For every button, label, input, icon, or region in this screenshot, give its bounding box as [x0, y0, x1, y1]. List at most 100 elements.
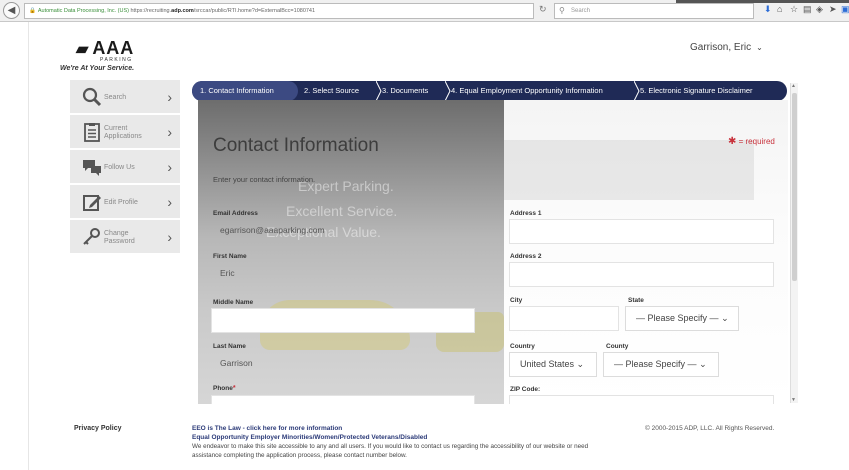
tab-separator — [634, 81, 640, 101]
last-name-field[interactable]: Garrison — [211, 352, 475, 377]
download-icon[interactable]: ⬇ — [764, 4, 772, 15]
home-icon[interactable]: ⌂ — [777, 4, 782, 14]
phone-field[interactable] — [211, 395, 475, 404]
email-label: Email Address — [213, 210, 258, 217]
first-name-label: First Name — [213, 253, 247, 260]
required-star-icon: ✱ — [728, 136, 737, 147]
scroll-down-icon[interactable]: ▼ — [791, 397, 796, 403]
send-icon[interactable]: ➤ — [829, 4, 837, 15]
tab-separator — [445, 81, 451, 101]
tab-equal-employment-opportunity[interactable]: 4. Equal Employment Opportunity Informat… — [451, 81, 603, 101]
address2-field[interactable] — [509, 262, 774, 287]
address1-field[interactable] — [509, 219, 774, 244]
logo-mark: ▰ AAA — [76, 38, 134, 59]
city-label: City — [510, 297, 523, 304]
email-field[interactable]: egarrison@aaaparking.com — [211, 219, 475, 244]
chat-icon — [83, 160, 101, 176]
bookmark-star-icon[interactable]: ☆ — [790, 4, 798, 15]
sidebar-item-label: Follow Us — [104, 164, 135, 171]
library-icon[interactable]: ▤ — [803, 4, 812, 15]
form-intro: Enter your contact information. — [213, 175, 316, 184]
sidebar-item-current-applications[interactable]: Current Applications › — [70, 115, 180, 150]
browser-search-placeholder: Search — [571, 8, 591, 14]
search-icon: ⚲ — [559, 6, 565, 15]
scrollbar-thumb[interactable] — [792, 93, 797, 281]
country-select[interactable]: United States ⌄ — [509, 352, 597, 377]
sidebar-item-edit-profile[interactable]: Edit Profile › — [70, 185, 180, 220]
eeo-law-link[interactable]: EEO is The Law - click here for more inf… — [192, 425, 342, 432]
user-menu[interactable]: Garrison, Eric ⌄ — [690, 42, 763, 53]
address2-label: Address 2 — [510, 253, 542, 260]
search-icon — [82, 87, 102, 107]
user-name: Garrison, Eric — [690, 42, 752, 53]
state-selected: — Please Specify — — [636, 313, 719, 323]
chevron-right-icon: › — [167, 159, 172, 175]
chevron-right-icon: › — [167, 124, 172, 140]
browser-search-input[interactable]: ⚲ Search — [554, 3, 754, 19]
tab-documents[interactable]: 3. Documents — [382, 81, 428, 101]
back-button-icon[interactable]: ◀ — [3, 2, 20, 19]
browser-toolbar: ◀ 🔒 Automatic Data Processing, Inc. (US) … — [0, 0, 849, 22]
building-icon: ▰ — [76, 41, 90, 58]
extension-icon[interactable]: ▣ — [841, 4, 849, 15]
url-org: Automatic Data Processing, Inc. (US) — [37, 8, 129, 14]
edit-icon — [83, 195, 101, 211]
chevron-right-icon: › — [167, 229, 172, 245]
sidebar-item-label: Edit Profile — [104, 199, 138, 206]
phone-label: Phone* — [213, 385, 236, 392]
content-scrollbar[interactable]: ▲ ▼ — [790, 83, 798, 403]
county-selected: — Please Specify — — [614, 359, 697, 369]
state-select[interactable]: — Please Specify — ⌄ — [625, 306, 739, 331]
hero-line: Excellent Service. — [286, 203, 398, 219]
eeo-statement: Equal Opportunity Employer Minorities/Wo… — [192, 434, 428, 441]
chevron-right-icon: › — [167, 89, 172, 105]
address1-label: Address 1 — [510, 210, 542, 217]
tab-separator — [376, 81, 382, 101]
url-path: /srccar/public/RTI.home?d=ExternalBcc=10… — [193, 8, 316, 14]
first-name-field[interactable]: Eric — [211, 262, 475, 287]
url-prefix: https://recruiting. — [130, 8, 172, 14]
city-field[interactable] — [509, 306, 619, 331]
middle-name-field[interactable] — [211, 308, 475, 333]
logo-tagline: We're At Your Service. — [60, 65, 135, 72]
sidebar: Search › Current Applications › Follow U… — [70, 80, 180, 255]
country-selected: United States — [520, 359, 575, 369]
tab-contact-information[interactable]: 1. Contact Information — [192, 81, 298, 101]
window-edge — [676, 0, 849, 3]
sidebar-item-search[interactable]: Search › — [70, 80, 180, 115]
sidebar-item-label: Current Applications — [104, 125, 142, 140]
pocket-icon[interactable]: ◈ — [816, 4, 823, 15]
address-bar[interactable]: 🔒 Automatic Data Processing, Inc. (US) ht… — [24, 3, 534, 19]
chevron-right-icon: › — [167, 194, 172, 210]
sidebar-item-change-password[interactable]: Change Password › — [70, 220, 180, 255]
logo-sub: PARKING — [100, 57, 133, 63]
chevron-down-icon: ⌄ — [576, 359, 585, 369]
sidebar-item-label: Change Password — [104, 230, 135, 245]
required-legend: ✱ = required — [728, 136, 775, 147]
privacy-policy-link[interactable]: Privacy Policy — [74, 425, 121, 432]
county-select[interactable]: — Please Specify — ⌄ — [603, 352, 719, 377]
url-domain: adp.com — [171, 8, 194, 14]
clipboard-icon — [84, 123, 100, 142]
chevron-down-icon: ⌄ — [756, 43, 763, 52]
brand-logo[interactable]: ▰ AAA PARKING We're At Your Service. — [60, 38, 134, 72]
key-icon — [83, 228, 100, 245]
country-label: Country — [510, 343, 535, 350]
logo-brand: AAA — [92, 38, 135, 58]
step-tabs: 1. Contact Information 2. Select Source … — [192, 81, 787, 101]
accessibility-note: We endeavor to make this site accessible… — [192, 443, 589, 459]
chevron-down-icon: ⌄ — [699, 359, 707, 369]
zip-field[interactable] — [509, 395, 774, 404]
last-name-label: Last Name — [213, 343, 246, 350]
background-shape — [504, 140, 754, 200]
state-label: State — [628, 297, 644, 304]
chevron-down-icon: ⌄ — [721, 313, 729, 323]
sidebar-item-follow-us[interactable]: Follow Us › — [70, 150, 180, 185]
reload-icon[interactable]: ↻ — [539, 4, 547, 15]
page-edge — [28, 22, 29, 470]
middle-name-label: Middle Name — [213, 299, 254, 306]
tab-electronic-signature[interactable]: 5. Electronic Signature Disclaimer — [640, 81, 753, 101]
scroll-up-icon[interactable]: ▲ — [791, 83, 796, 89]
sidebar-item-label: Search — [104, 94, 127, 101]
tab-select-source[interactable]: 2. Select Source — [304, 81, 359, 101]
